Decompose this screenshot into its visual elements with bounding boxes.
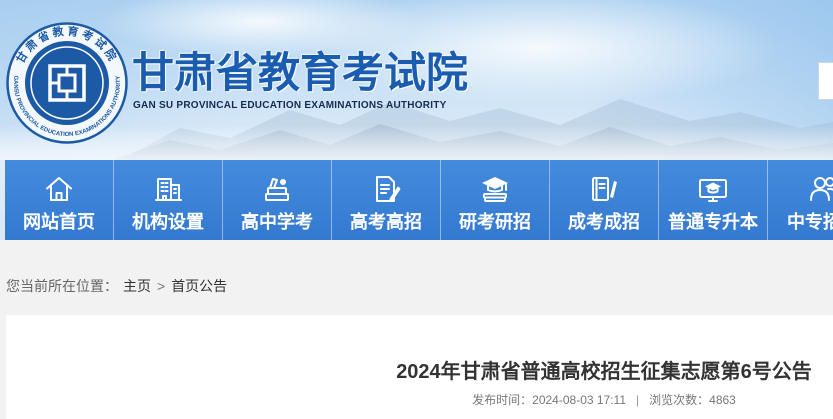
monitor-cap-icon <box>699 179 727 202</box>
site-logo[interactable]: 甘肃省教育考试院 GANSU PROVINCIAL EDUCATION EXAM… <box>6 22 128 144</box>
views-count: 4863 <box>709 393 736 407</box>
nav-item-graduate-exam[interactable]: 研考研招 <box>441 160 550 240</box>
nav-item-organization[interactable]: 机构设置 <box>114 160 223 240</box>
site-subtitle: GAN SU PROVINCAL EDUCATION EXAMINATIONS … <box>133 100 447 111</box>
article-meta: 发布时间：2024-08-03 17:11 | 浏览次数：4863 <box>375 392 833 408</box>
building-icon <box>155 178 182 201</box>
views-label: 浏览次数： <box>649 393 710 407</box>
breadcrumb-separator: > <box>157 278 166 294</box>
main-nav: 网站首页 机构设置 高中学考 高考高招 研考研招 成考成招 普通专升本 中专招 <box>5 160 833 240</box>
nav-item-label: 网站首页 <box>23 212 95 232</box>
books-icon <box>265 178 289 201</box>
nav-item-vocational-school[interactable]: 中专招 <box>768 160 833 240</box>
nav-item-label: 中专招 <box>787 212 833 232</box>
people-icon <box>810 177 833 201</box>
book-pen-icon <box>592 177 617 201</box>
nav-item-college-entrance[interactable]: 高考高招 <box>332 160 441 240</box>
breadcrumb-current-link[interactable]: 首页公告 <box>171 278 227 294</box>
nav-item-upgrade-exam[interactable]: 普通专升本 <box>659 160 768 240</box>
breadcrumb: 您当前所在位置： 主页 > 首页公告 <box>6 277 227 295</box>
nav-item-label: 高考高招 <box>350 212 422 232</box>
article-panel: 2024年甘肃省普通高校招生征集志愿第6号公告 发布时间：2024-08-03 … <box>6 315 833 419</box>
meta-divider: | <box>636 393 640 407</box>
nav-item-high-school-exam[interactable]: 高中学考 <box>223 160 332 240</box>
nav-item-label: 成考成招 <box>568 212 640 232</box>
nav-item-label: 高中学考 <box>241 212 313 232</box>
breadcrumb-prefix: 您当前所在位置： <box>6 278 118 294</box>
nav-item-adult-exam[interactable]: 成考成招 <box>550 160 659 240</box>
document-pen-icon <box>376 176 401 202</box>
site-title: 甘肃省教育考试院 <box>132 49 469 96</box>
nav-item-label: 普通专升本 <box>668 212 758 232</box>
nav-item-label: 机构设置 <box>132 212 204 232</box>
exam-authority-seal-icon: 甘肃省教育考试院 GANSU PROVINCIAL EDUCATION EXAM… <box>6 22 128 144</box>
nav-item-home[interactable]: 网站首页 <box>5 160 114 240</box>
published-date: 2024-08-03 17:11 <box>532 393 627 407</box>
breadcrumb-home-link[interactable]: 主页 <box>123 278 151 294</box>
published-label: 发布时间： <box>472 393 533 407</box>
article-title: 2024年甘肃省普通高校招生征集志愿第6号公告 <box>396 361 812 383</box>
nav-item-label: 研考研招 <box>459 212 531 232</box>
graduation-cap-icon <box>482 177 508 202</box>
home-icon <box>46 177 72 201</box>
search-input[interactable] <box>818 62 833 100</box>
